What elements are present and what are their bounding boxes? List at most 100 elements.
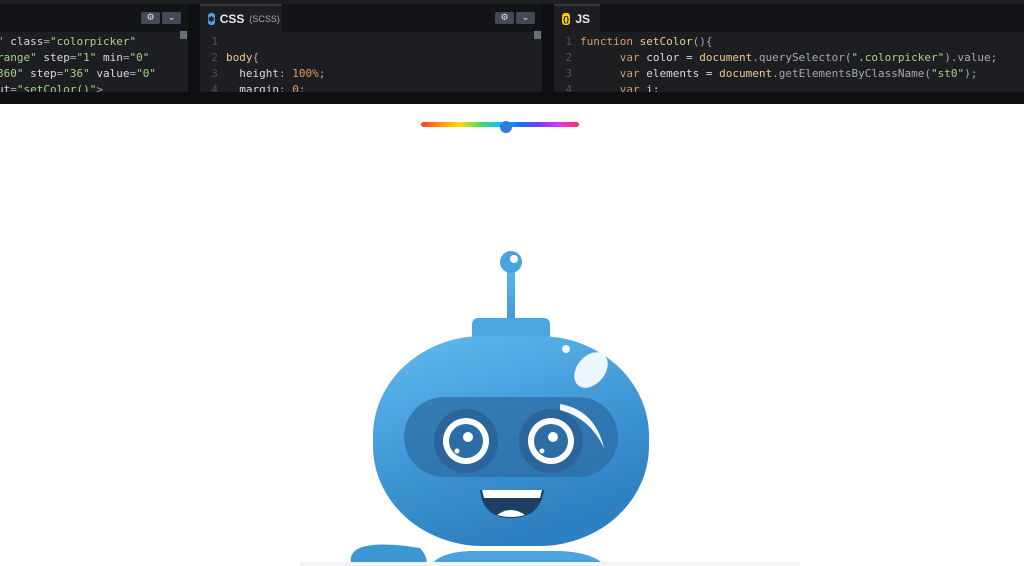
robot-head-cap xyxy=(472,318,550,344)
robot-right-eye xyxy=(519,409,583,473)
chevron-down-icon: ⌄ xyxy=(167,13,176,23)
code-token: elements = xyxy=(646,67,720,80)
code-token: (){ xyxy=(692,35,713,48)
robot-visor xyxy=(404,397,618,477)
code-token: ); xyxy=(964,67,978,80)
css-pane-header: ✱ CSS (SCSS) ⚙ ⌄ xyxy=(200,4,542,32)
code-token: = xyxy=(122,51,130,64)
code-token: step xyxy=(23,67,57,80)
code-token: ut xyxy=(0,83,11,92)
code-token: .querySelector( xyxy=(752,51,852,64)
line-number: 2 xyxy=(211,51,218,64)
js-icon: {} xyxy=(562,13,571,25)
robot-head xyxy=(373,336,649,546)
robot-mouth xyxy=(480,490,544,518)
editor-panels: ⚙ ⌄ " class="colorpicker"range" step="1"… xyxy=(0,0,1024,104)
code-token: "1" xyxy=(76,51,97,64)
code-token: 100% xyxy=(292,67,319,80)
code-token: min xyxy=(96,51,123,64)
code-line: 4 var i; xyxy=(554,82,1024,92)
hue-slider-thumb[interactable] xyxy=(500,121,512,133)
js-pane-header: {} JS xyxy=(554,4,1024,32)
js-code-editor[interactable]: 1 function setColor(){2 var color = docum… xyxy=(554,34,1024,92)
robot-visor-shine xyxy=(560,404,604,448)
code-token: .getElementsByClassName( xyxy=(772,67,932,80)
code-token: "36" xyxy=(63,67,90,80)
code-token: "0" xyxy=(129,51,150,64)
code-line: 3 height: 100%; xyxy=(200,66,542,82)
line-number: 1 xyxy=(211,35,218,48)
css-settings-button[interactable]: ⚙ xyxy=(495,12,514,24)
js-tab-label: JS xyxy=(575,12,590,26)
code-token: var xyxy=(580,83,647,92)
line-number: 2 xyxy=(565,51,572,64)
code-line: 2 body{ xyxy=(200,50,542,66)
line-number: 4 xyxy=(211,83,218,92)
code-line: 360" step="36" value="0" xyxy=(0,66,188,82)
code-token: = xyxy=(69,51,77,64)
code-token: = xyxy=(10,83,17,92)
code-token: function xyxy=(580,35,640,48)
floor-shadow xyxy=(300,562,800,566)
line-number: 3 xyxy=(565,67,572,80)
line-number: 1 xyxy=(565,35,572,48)
code-token: margin xyxy=(226,83,279,92)
scss-icon: ✱ xyxy=(208,13,215,25)
gear-icon: ⚙ xyxy=(146,13,155,23)
code-token: : xyxy=(278,83,293,92)
css-code-editor[interactable]: 1 2 body{3 height: 100%; 4 margin: 0; xyxy=(200,34,542,92)
code-line: range" step="1" min="0" xyxy=(0,50,188,66)
code-token: ".colorpicker" xyxy=(851,51,945,64)
code-token: ; xyxy=(298,83,306,92)
line-number: 3 xyxy=(211,67,218,80)
css-collapse-button[interactable]: ⌄ xyxy=(516,12,535,24)
code-token: height xyxy=(226,67,279,80)
code-token: { xyxy=(252,51,260,64)
css-tab-sublabel: (SCSS) xyxy=(249,14,280,24)
code-token: = xyxy=(43,35,50,48)
js-pane[interactable]: {} JS 1 function setColor(){2 var color =… xyxy=(554,4,1024,92)
css-tab-label: CSS xyxy=(219,12,245,26)
code-line: ut="setColor()"> xyxy=(0,82,188,92)
html-collapse-button[interactable]: ⌄ xyxy=(162,12,181,24)
code-line: 3 var elements = document.getElementsByC… xyxy=(554,66,1024,82)
code-token: color = xyxy=(646,51,700,64)
code-token: body xyxy=(226,51,253,64)
robot-left-eye xyxy=(434,409,498,473)
code-token: "st0" xyxy=(931,67,965,80)
html-pane[interactable]: ⚙ ⌄ " class="colorpicker"range" step="1"… xyxy=(0,4,188,92)
code-token: : xyxy=(278,67,293,80)
code-token: i; xyxy=(646,83,660,92)
html-pane-header: ⚙ ⌄ xyxy=(0,4,188,32)
html-code-editor[interactable]: " class="colorpicker"range" step="1" min… xyxy=(0,34,188,92)
code-token: var xyxy=(580,67,647,80)
robot-antenna xyxy=(500,251,522,324)
code-token: document xyxy=(699,51,753,64)
html-settings-button[interactable]: ⚙ xyxy=(141,12,160,24)
code-token: 0 xyxy=(292,83,299,92)
chevron-down-icon: ⌄ xyxy=(521,13,530,23)
code-token: " xyxy=(0,35,10,48)
code-token: 360" xyxy=(0,67,24,80)
gear-icon: ⚙ xyxy=(500,13,509,23)
tab-js[interactable]: {} JS xyxy=(554,4,600,32)
code-token: "colorpicker" xyxy=(50,35,137,48)
css-pane[interactable]: ✱ CSS (SCSS) ⚙ ⌄ 1 2 body{3 height: 100%; 4… xyxy=(200,4,542,92)
code-token: var xyxy=(580,51,647,64)
code-line: 4 margin: 0; xyxy=(200,82,542,92)
code-token: value xyxy=(89,67,130,80)
code-token: "setColor()" xyxy=(16,83,97,92)
code-token: ).value; xyxy=(944,51,998,64)
code-line: 1 xyxy=(200,34,542,50)
code-line: " class="colorpicker" xyxy=(0,34,188,50)
code-token: document xyxy=(719,67,773,80)
code-token: class xyxy=(10,35,44,48)
code-token: range" xyxy=(0,51,37,64)
tab-css[interactable]: ✱ CSS (SCSS) xyxy=(200,4,282,32)
code-token: > xyxy=(96,83,103,92)
robot-head-shine-dot xyxy=(562,345,570,353)
code-token: step xyxy=(36,51,70,64)
line-number: 4 xyxy=(565,83,572,92)
code-line: 1 function setColor(){ xyxy=(554,34,1024,50)
robot-head-shine xyxy=(574,352,608,388)
